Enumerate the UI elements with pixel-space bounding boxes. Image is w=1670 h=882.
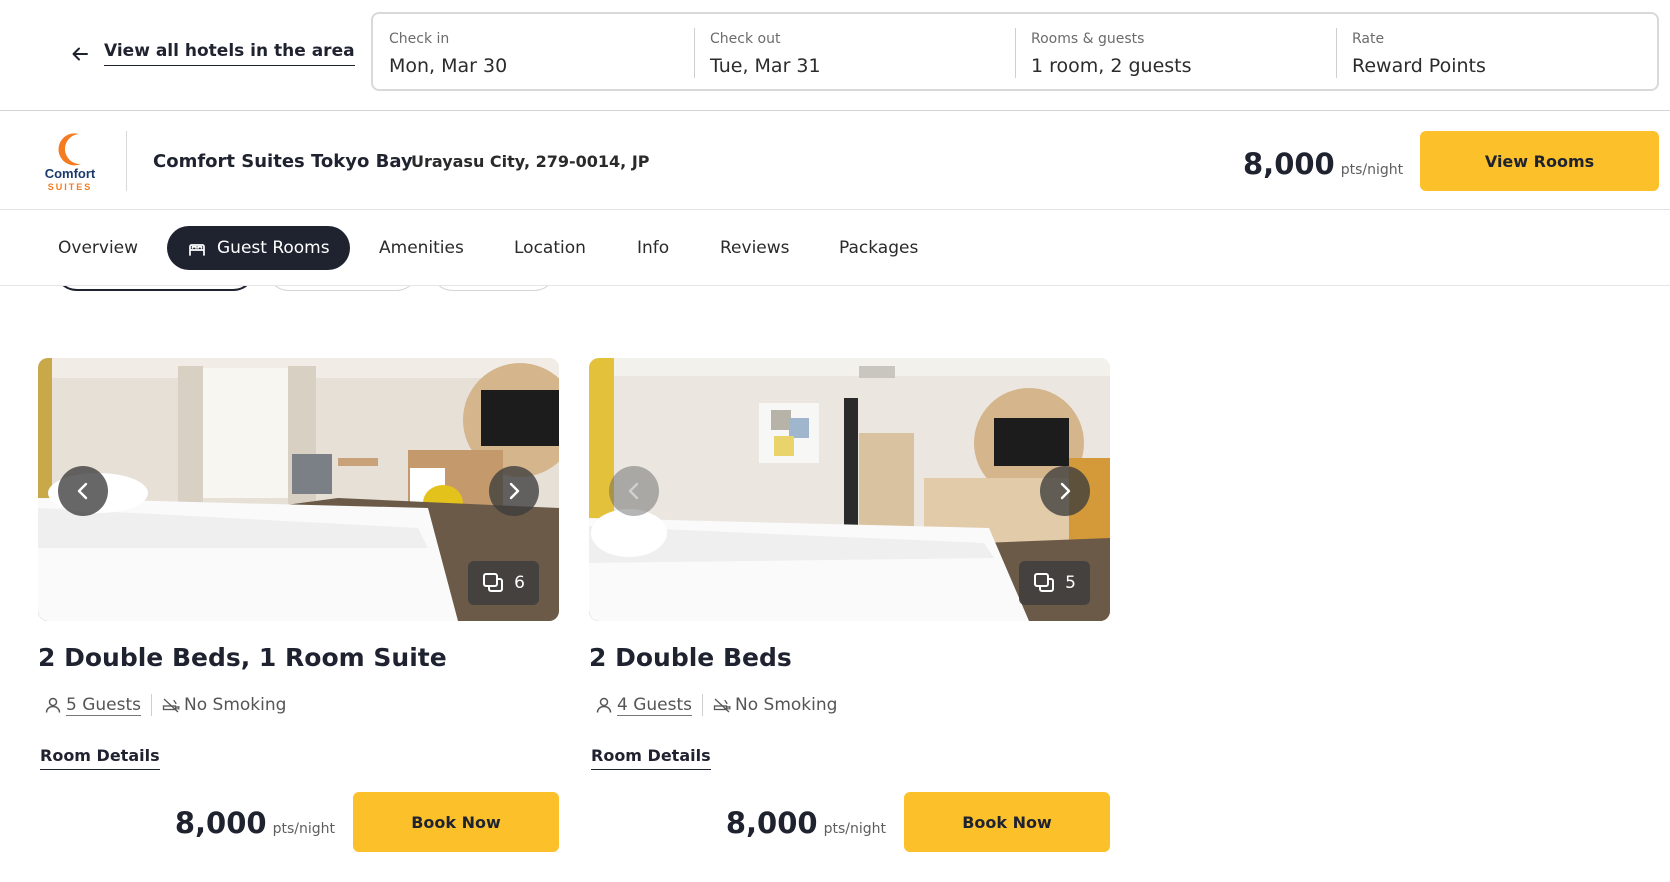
rooms-guests-value: 1 room, 2 guests xyxy=(1031,55,1192,77)
tab-amenities-label: Amenities xyxy=(379,238,464,258)
room-guests-label: 4 Guests xyxy=(617,694,693,716)
room-smoking: No Smoking xyxy=(162,695,286,715)
room-meta: 5 Guests No Smoking xyxy=(38,694,559,716)
bed-icon xyxy=(189,244,205,256)
check-out-label: Check out xyxy=(710,31,781,47)
room-meta: 4 Guests No Smoking xyxy=(589,694,1110,716)
chevron-left-icon xyxy=(628,482,639,500)
rate-label: Rate xyxy=(1352,31,1385,47)
book-now-button[interactable]: Book Now xyxy=(904,792,1110,852)
room-price-unit: pts/night xyxy=(823,821,886,837)
rate-value: Reward Points xyxy=(1352,55,1486,77)
comfort-suites-logo: Comfort SUITES xyxy=(45,133,96,192)
tab-info-label: Info xyxy=(637,238,670,258)
check-in-field[interactable]: Check in Mon, Mar 30 xyxy=(373,14,694,89)
room-photo-carousel[interactable]: 6 xyxy=(38,358,559,621)
carousel-prev-button[interactable] xyxy=(58,466,108,516)
room-card-footer: 8,000 pts/night Book Now xyxy=(38,792,559,854)
rooms-guests-field[interactable]: Rooms & guests 1 room, 2 guests xyxy=(1015,14,1336,89)
tab-amenities[interactable]: Amenities xyxy=(379,226,464,270)
room-guests-label: 5 Guests xyxy=(66,694,142,716)
chevron-left-icon xyxy=(77,482,88,500)
room-card: 5 2 Double Beds 4 Guests No Smoking Room… xyxy=(589,358,1110,854)
photo-count-badge[interactable]: 6 xyxy=(468,561,539,605)
room-guests[interactable]: 4 Guests xyxy=(589,694,693,716)
header-price-unit: pts/night xyxy=(1340,162,1404,178)
tab-packages-label: Packages xyxy=(839,238,919,258)
photo-count: 6 xyxy=(514,573,525,593)
carousel-next-button[interactable] xyxy=(1040,466,1090,516)
gallery-icon xyxy=(1034,573,1055,592)
header-price-value: 8,000 xyxy=(1243,147,1335,181)
chevron-right-icon xyxy=(1060,482,1071,500)
check-out-field[interactable]: Check out Tue, Mar 31 xyxy=(694,14,1015,89)
logo-word-comfort: Comfort xyxy=(45,166,96,181)
hotel-name: Comfort Suites Tokyo Bay xyxy=(153,151,413,172)
room-photo-carousel[interactable]: 5 xyxy=(589,358,1110,621)
tab-info[interactable]: Info xyxy=(637,226,669,270)
tab-overview-label: Overview xyxy=(58,238,139,258)
section-tabs: Overview Guest Rooms Amenities Location … xyxy=(0,210,1670,286)
room-smoking: No Smoking xyxy=(713,695,837,715)
tab-location[interactable]: Location xyxy=(514,226,586,270)
no-smoking-icon xyxy=(713,698,731,713)
book-now-button[interactable]: Book Now xyxy=(353,792,559,852)
person-icon xyxy=(45,697,61,713)
room-smoking-label: No Smoking xyxy=(735,695,838,715)
chevron-right-icon xyxy=(509,482,520,500)
check-in-label: Check in xyxy=(389,31,450,47)
arrow-left-icon xyxy=(72,47,88,60)
room-guests[interactable]: 5 Guests xyxy=(38,694,142,716)
tab-reviews-label: Reviews xyxy=(720,238,790,258)
check-in-value: Mon, Mar 30 xyxy=(389,55,508,77)
no-smoking-icon xyxy=(162,698,180,713)
room-title: 2 Double Beds, 1 Room Suite xyxy=(38,643,447,672)
photo-count-badge[interactable]: 5 xyxy=(1019,561,1090,605)
room-price-value: 8,000 xyxy=(725,806,818,840)
room-price-unit: pts/night xyxy=(272,821,335,837)
room-card: 6 2 Double Beds, 1 Room Suite 5 Guests N… xyxy=(38,358,559,854)
room-price: 8,000 pts/night xyxy=(726,806,886,840)
person-icon xyxy=(596,697,612,713)
room-details-link[interactable]: Room Details xyxy=(591,746,711,770)
room-price: 8,000 pts/night xyxy=(175,806,335,840)
room-card-footer: 8,000 pts/night Book Now xyxy=(589,792,1110,854)
rate-field[interactable]: Rate Reward Points xyxy=(1336,14,1657,89)
tab-guest-rooms-label: Guest Rooms xyxy=(217,238,330,258)
meta-divider xyxy=(702,694,704,716)
search-header: View all hotels in the area Check in Mon… xyxy=(0,0,1670,111)
room-title: 2 Double Beds xyxy=(589,643,792,672)
tab-guest-rooms[interactable]: Guest Rooms xyxy=(167,226,350,270)
room-smoking-label: No Smoking xyxy=(184,695,287,715)
view-all-hotels-label: View all hotels in the area xyxy=(104,41,355,66)
tab-overview[interactable]: Overview xyxy=(58,226,138,270)
view-all-hotels-link[interactable]: View all hotels in the area xyxy=(70,41,355,66)
meta-divider xyxy=(151,694,153,716)
rooms-guests-label: Rooms & guests xyxy=(1031,31,1145,47)
gallery-icon xyxy=(483,573,504,592)
hotel-address: Urayasu City, 279-0014, JP xyxy=(411,152,650,171)
logo-word-suites: SUITES xyxy=(48,182,93,192)
carousel-next-button[interactable] xyxy=(489,466,539,516)
view-rooms-button[interactable]: View Rooms xyxy=(1420,131,1659,191)
photo-count: 5 xyxy=(1065,573,1076,593)
room-details-link[interactable]: Room Details xyxy=(40,746,160,770)
header-price: 8,000 pts/night xyxy=(1243,147,1403,181)
tab-location-label: Location xyxy=(514,238,586,258)
logo-divider xyxy=(126,131,127,191)
carousel-prev-button[interactable] xyxy=(609,466,659,516)
hotel-header: Comfort SUITES Comfort Suites Tokyo Bay … xyxy=(0,111,1670,210)
search-summary: Check in Mon, Mar 30 Check out Tue, Mar … xyxy=(371,12,1659,91)
check-out-value: Tue, Mar 31 xyxy=(710,55,821,77)
room-price-value: 8,000 xyxy=(174,806,267,840)
tab-packages[interactable]: Packages xyxy=(839,226,918,270)
tab-reviews[interactable]: Reviews xyxy=(720,226,790,270)
